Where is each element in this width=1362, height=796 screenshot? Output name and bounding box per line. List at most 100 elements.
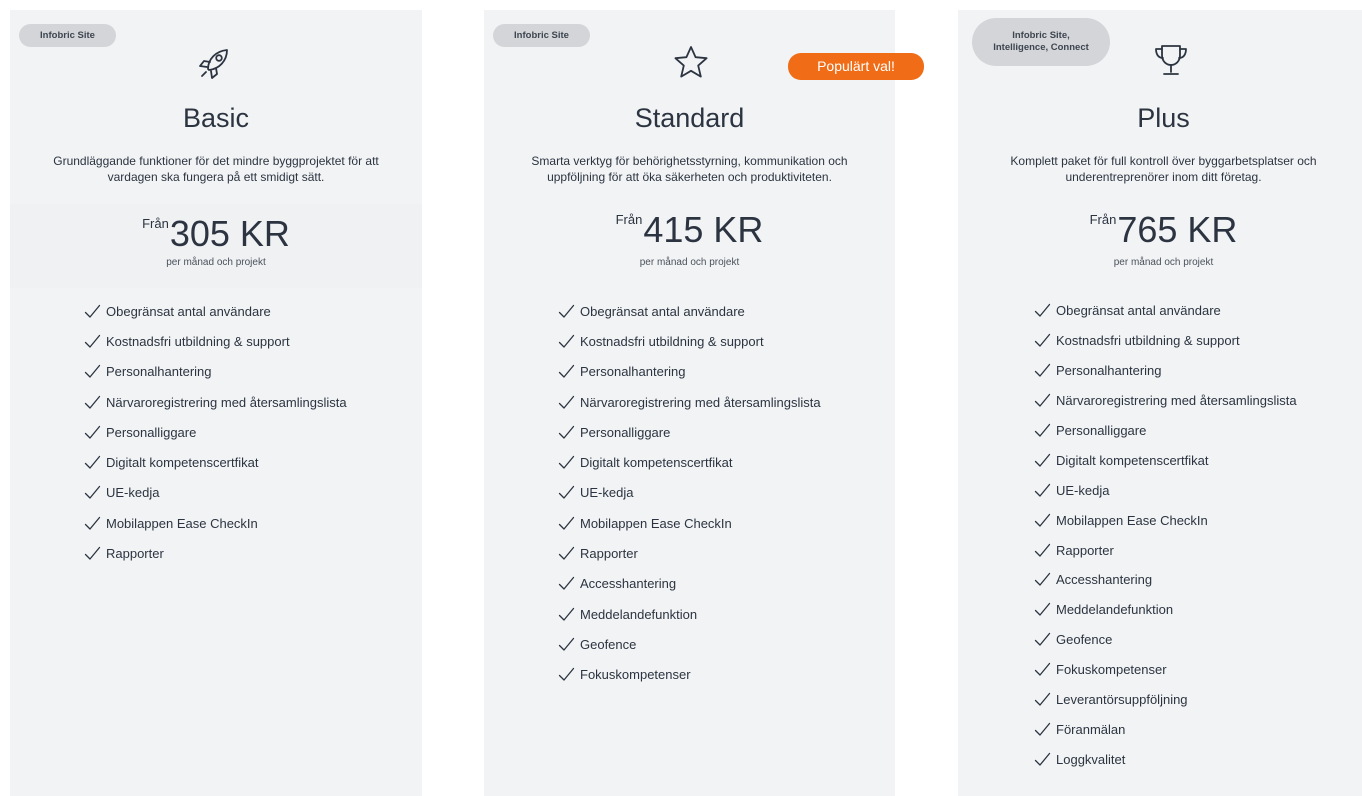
plan-name: Basic xyxy=(182,103,250,133)
checkmark-icon xyxy=(1034,601,1051,618)
feature-label: Närvaroregistrering med återsamlingslist… xyxy=(106,394,347,410)
feature-item: Kostnadsfri utbildning & support xyxy=(558,326,821,356)
checkmark-icon xyxy=(1034,512,1051,529)
feature-item: Accesshantering xyxy=(558,569,821,599)
trophy-icon xyxy=(1151,40,1191,80)
feature-label: Föranmälan xyxy=(1056,721,1126,737)
price-from-label: Från xyxy=(1089,212,1117,227)
feature-list: Obegränsat antal användare Kostnadsfri ut… xyxy=(1034,296,1297,774)
feature-item: Mobilappen Ease CheckIn xyxy=(1034,505,1297,535)
feature-label: Mobilappen Ease CheckIn xyxy=(106,515,258,531)
checkmark-icon xyxy=(558,636,575,653)
star-icon xyxy=(671,43,711,83)
checkmark-icon xyxy=(1034,751,1051,768)
plan-description: Smarta verktyg för behörighetsstyrning, … xyxy=(531,154,848,184)
price-amount: 305 KR xyxy=(169,213,290,254)
checkmark-icon xyxy=(558,303,575,320)
feature-item: Personalliggare xyxy=(558,417,821,447)
feature-label: UE-kedja xyxy=(1056,482,1110,498)
feature-item: Accesshantering xyxy=(1034,565,1297,595)
checkmark-icon xyxy=(558,394,575,411)
feature-item: Personalliggare xyxy=(84,417,347,447)
feature-label: Fokuskompetenser xyxy=(580,667,691,683)
price-block: Från305 KR per månad och projekt xyxy=(10,204,422,288)
feature-item: Leverantörsuppföljning xyxy=(1034,685,1297,715)
price-block: Från415 KR per månad och projekt xyxy=(484,208,895,288)
price-amount: 765 KR xyxy=(1117,209,1238,250)
checkmark-icon xyxy=(1034,302,1051,319)
checkmark-icon xyxy=(1034,362,1051,379)
feature-item: Digitalt kompetenscertfikat xyxy=(84,447,347,477)
checkmark-icon xyxy=(558,363,575,380)
feature-label: Kostnadsfri utbildning & support xyxy=(580,333,764,349)
feature-label: Obegränsat antal användare xyxy=(580,303,745,319)
feature-label: Fokuskompetenser xyxy=(1056,662,1167,678)
checkmark-icon xyxy=(1034,691,1051,708)
feature-label: Personalliggare xyxy=(580,424,671,440)
feature-label: Leverantörsuppföljning xyxy=(1056,692,1188,708)
feature-label: Rapporter xyxy=(106,546,164,562)
rocket-icon xyxy=(194,43,234,83)
checkmark-icon xyxy=(84,424,101,441)
feature-label: UE-kedja xyxy=(106,485,160,501)
checkmark-icon xyxy=(1034,542,1051,559)
pricing-card-plus: Infobric Site, Intelligence, Connect Plu… xyxy=(958,10,1362,796)
feature-item: Meddelandefunktion xyxy=(1034,595,1297,625)
checkmark-icon xyxy=(1034,631,1051,648)
feature-item: UE-kedja xyxy=(1034,475,1297,505)
feature-label: Obegränsat antal användare xyxy=(106,303,271,319)
feature-label: Meddelandefunktion xyxy=(1056,602,1174,618)
feature-label: Närvaroregistrering med återsamlingslist… xyxy=(1056,393,1297,409)
feature-label: Personalhantering xyxy=(580,364,686,380)
feature-item: Obegränsat antal användare xyxy=(558,296,821,326)
checkmark-icon xyxy=(1034,482,1051,499)
feature-item: Personalhantering xyxy=(1034,356,1297,386)
feature-label: Personalliggare xyxy=(106,424,197,440)
popular-badge: Populärt val! xyxy=(788,53,924,80)
feature-item: Obegränsat antal användare xyxy=(84,296,347,326)
feature-label: Rapporter xyxy=(580,546,638,562)
feature-item: Loggkvalitet xyxy=(1034,744,1297,774)
feature-item: Personalhantering xyxy=(558,357,821,387)
checkmark-icon xyxy=(1034,422,1051,439)
feature-item: UE-kedja xyxy=(84,478,347,508)
checkmark-icon xyxy=(558,666,575,683)
feature-item: Mobilappen Ease CheckIn xyxy=(84,508,347,538)
feature-item: Föranmälan xyxy=(1034,714,1297,744)
plan-description: Komplett paket för full kontroll över by… xyxy=(1010,154,1317,184)
feature-label: Personalliggare xyxy=(1056,423,1147,438)
feature-item: Mobilappen Ease CheckIn xyxy=(558,508,821,538)
checkmark-icon xyxy=(1034,571,1051,588)
checkmark-icon xyxy=(84,545,101,562)
pricing-card-standard: Infobric Site Populärt val! Standard Sma… xyxy=(484,10,924,796)
feature-label: Personalhantering xyxy=(106,364,212,380)
feature-label: Geofence xyxy=(580,636,637,652)
feature-item: Fokuskompetenser xyxy=(558,660,821,690)
checkmark-icon xyxy=(558,333,575,350)
feature-label: Mobilappen Ease CheckIn xyxy=(1056,512,1208,528)
feature-item: Kostnadsfri utbildning & support xyxy=(1034,326,1297,356)
checkmark-icon xyxy=(558,484,575,501)
checkmark-icon xyxy=(1034,392,1051,409)
price-unit: per månad och projekt xyxy=(166,257,266,268)
product-tag: Infobric Site xyxy=(493,24,590,47)
feature-label: Loggkvalitet xyxy=(1056,751,1126,767)
feature-item: Obegränsat antal användare xyxy=(1034,296,1297,326)
checkmark-icon xyxy=(558,575,575,592)
checkmark-icon xyxy=(558,515,575,532)
checkmark-icon xyxy=(558,424,575,441)
checkmark-icon xyxy=(1034,452,1051,469)
feature-item: Närvaroregistrering med återsamlingslist… xyxy=(558,387,821,417)
feature-item: Personalhantering xyxy=(84,357,347,387)
feature-item: Kostnadsfri utbildning & support xyxy=(84,326,347,356)
feature-label: Digitalt kompetenscertfikat xyxy=(580,455,733,471)
feature-label: Accesshantering xyxy=(1056,572,1153,588)
feature-item: Rapporter xyxy=(558,538,821,568)
feature-item: Digitalt kompetenscertfikat xyxy=(558,447,821,477)
plan-name: Plus xyxy=(1137,103,1190,133)
feature-item: Meddelandefunktion xyxy=(558,599,821,629)
feature-item: Digitalt kompetenscertfikat xyxy=(1034,445,1297,475)
checkmark-icon xyxy=(84,454,101,471)
plan-description: Grundläggande funktioner för det mindre … xyxy=(53,154,379,184)
feature-list: Obegränsat antal användare Kostnadsfri ut… xyxy=(558,296,821,690)
